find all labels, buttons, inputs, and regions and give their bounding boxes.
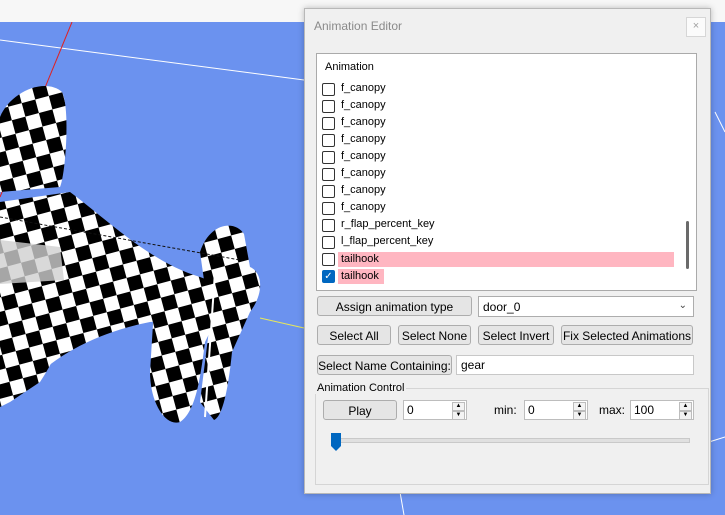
fix-selected-animations-button[interactable]: Fix Selected Animations xyxy=(561,325,693,345)
list-item[interactable]: f_canopy xyxy=(317,166,677,183)
checkbox[interactable] xyxy=(322,83,335,96)
play-button[interactable]: Play xyxy=(323,400,397,420)
select-none-button[interactable]: Select None xyxy=(398,325,471,345)
list-item[interactable]: f_canopy xyxy=(317,81,677,98)
list-items: f_canopy f_canopy f_canopy f_canopy f_canopy… xyxy=(317,81,677,285)
max-stepper[interactable]: 100 ▲ ▼ xyxy=(630,400,694,420)
list-item[interactable]: tailhook xyxy=(317,251,677,268)
frame-value: 0 xyxy=(407,403,414,417)
checkbox[interactable] xyxy=(322,134,335,147)
assign-animation-type-button[interactable]: Assign animation type xyxy=(317,296,472,316)
frame-stepper[interactable]: 0 ▲ ▼ xyxy=(403,400,467,420)
list-item-label: tailhook xyxy=(338,269,384,284)
checkbox[interactable] xyxy=(322,168,335,181)
frame-slider-track[interactable] xyxy=(333,438,690,443)
animation-type-value: door_0 xyxy=(483,300,521,314)
list-item-label: f_canopy xyxy=(341,99,386,111)
scrollbar-thumb[interactable] xyxy=(686,221,689,269)
spin-up-icon[interactable]: ▲ xyxy=(452,402,465,411)
list-item-label: f_canopy xyxy=(341,150,386,162)
checkbox[interactable] xyxy=(322,236,335,249)
max-label: max: xyxy=(599,403,626,417)
list-item[interactable]: f_canopy xyxy=(317,200,677,217)
name-filter-input[interactable]: gear xyxy=(456,355,694,375)
list-item-label: f_canopy xyxy=(341,167,386,179)
checkbox[interactable] xyxy=(322,202,335,215)
list-item[interactable]: f_canopy xyxy=(317,132,677,149)
min-value: 0 xyxy=(528,403,535,417)
close-button[interactable]: × xyxy=(686,17,706,37)
list-item[interactable]: f_canopy xyxy=(317,115,677,132)
list-scrollbar[interactable] xyxy=(679,54,696,290)
spin-down-icon[interactable]: ▼ xyxy=(452,411,465,420)
checkbox[interactable] xyxy=(322,185,335,198)
animation-editor-dialog: Animation Editor × Animation f_canopy f_c… xyxy=(304,8,711,494)
checkbox[interactable] xyxy=(322,151,335,164)
list-item[interactable]: f_canopy xyxy=(317,98,677,115)
spin-down-icon[interactable]: ▼ xyxy=(573,411,586,420)
checkbox[interactable] xyxy=(322,219,335,232)
list-header: Animation xyxy=(325,61,374,73)
wing-shape xyxy=(0,86,67,192)
list-item-label: f_canopy xyxy=(341,133,386,145)
animation-type-select[interactable]: door_0 ⌄ xyxy=(478,296,694,317)
min-label: min: xyxy=(494,403,517,417)
spin-up-icon[interactable]: ▲ xyxy=(573,402,586,411)
chevron-down-icon: ⌄ xyxy=(678,300,687,311)
list-item-label: f_canopy xyxy=(341,184,386,196)
animation-control-label: Animation Control xyxy=(315,382,407,394)
list-item[interactable]: ✓ tailhook xyxy=(317,268,677,285)
list-item-label: l_flap_percent_key xyxy=(341,235,434,247)
spin-down-icon[interactable]: ▼ xyxy=(679,411,692,420)
list-item-label: tailhook xyxy=(338,252,674,267)
select-name-containing-button[interactable]: Select Name Containing: xyxy=(317,355,452,375)
dialog-title: Animation Editor xyxy=(314,19,403,33)
list-item[interactable]: f_canopy xyxy=(317,183,677,200)
max-value: 100 xyxy=(634,403,655,417)
list-item-label: f_canopy xyxy=(341,116,386,128)
spin-up-icon[interactable]: ▲ xyxy=(679,402,692,411)
select-invert-button[interactable]: Select Invert xyxy=(478,325,554,345)
select-all-button[interactable]: Select All xyxy=(317,325,391,345)
checkbox-checked[interactable]: ✓ xyxy=(322,270,335,283)
list-item-label: f_canopy xyxy=(341,82,386,94)
list-item-label: r_flap_percent_key xyxy=(341,218,435,230)
checkbox[interactable] xyxy=(322,100,335,113)
min-stepper[interactable]: 0 ▲ ▼ xyxy=(524,400,588,420)
list-item-label: f_canopy xyxy=(341,201,386,213)
checkbox[interactable] xyxy=(322,117,335,130)
animation-list[interactable]: Animation f_canopy f_canopy f_canopy f_cano… xyxy=(316,53,697,291)
checkbox[interactable] xyxy=(322,253,335,266)
list-item[interactable]: l_flap_percent_key xyxy=(317,234,677,251)
list-item[interactable]: f_canopy xyxy=(317,149,677,166)
list-item[interactable]: r_flap_percent_key xyxy=(317,217,677,234)
